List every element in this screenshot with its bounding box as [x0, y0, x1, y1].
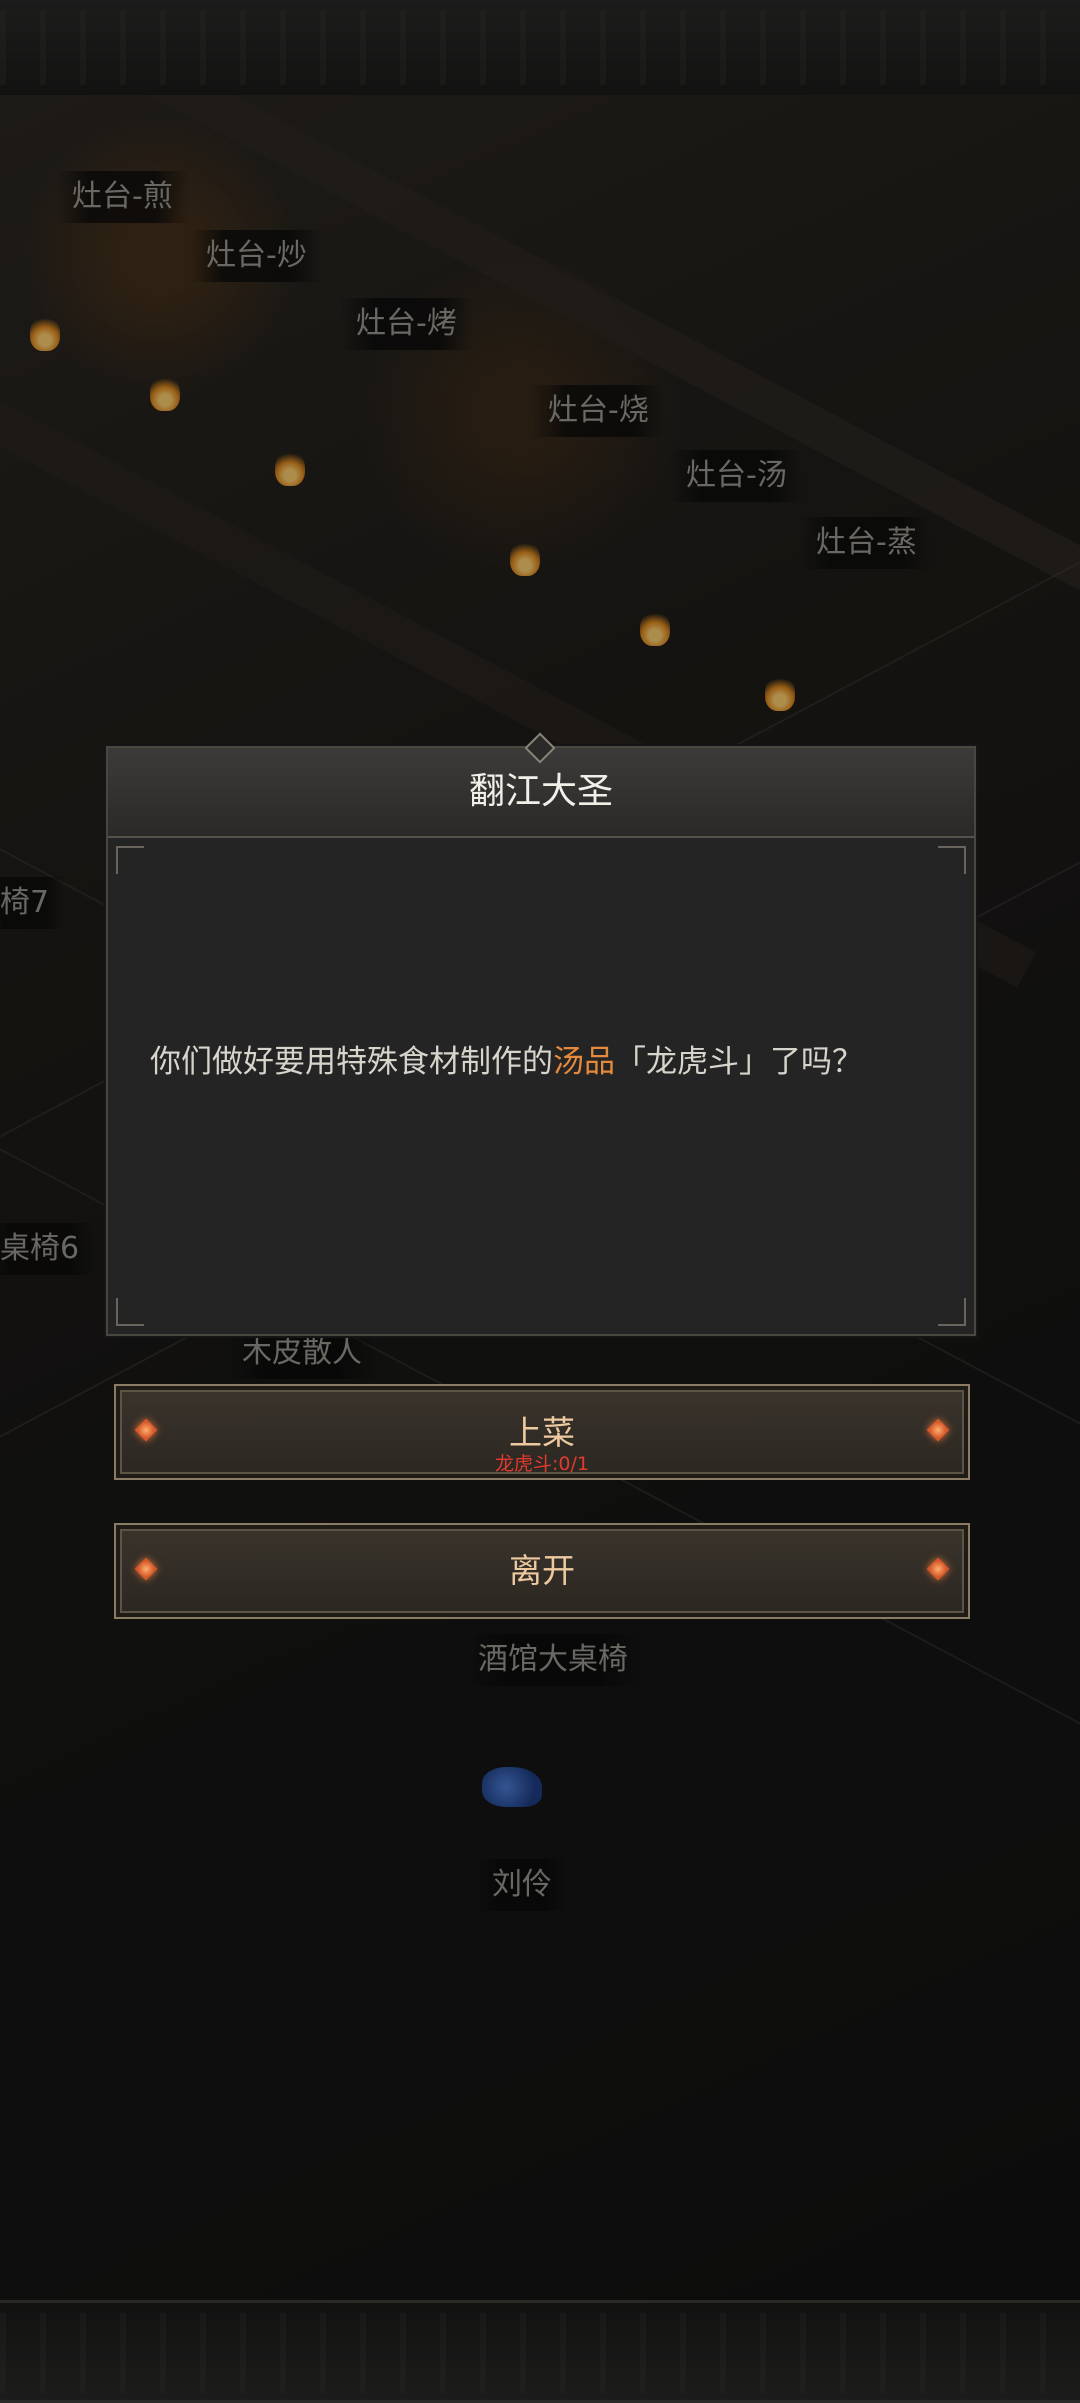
- corner-ornament-icon: [938, 846, 966, 874]
- serve-requirement: 龙虎斗:0/1: [495, 1453, 589, 1475]
- corner-ornament-icon: [116, 846, 144, 874]
- serve-label: 上菜: [509, 1413, 575, 1452]
- leave-button[interactable]: 离开: [114, 1523, 970, 1619]
- dialog-text-before: 你们做好要用特殊食材制作的: [150, 1044, 553, 1080]
- dialog-highlight-dish-type: 汤品: [553, 1044, 615, 1080]
- corner-ornament-icon: [116, 1298, 144, 1326]
- serve-dish-button[interactable]: 上菜 龙虎斗:0/1: [114, 1384, 970, 1480]
- npc-dialog: 翻江大圣 你们做好要用特殊食材制作的汤品「龙虎斗」了吗？: [106, 732, 976, 1336]
- dialog-message: 你们做好要用特殊食材制作的汤品「龙虎斗」了吗？: [150, 1038, 940, 1086]
- corner-ornament-icon: [938, 1298, 966, 1326]
- leave-label: 离开: [509, 1551, 575, 1590]
- dialog-text-after: 「龙虎斗」了吗？: [615, 1044, 863, 1080]
